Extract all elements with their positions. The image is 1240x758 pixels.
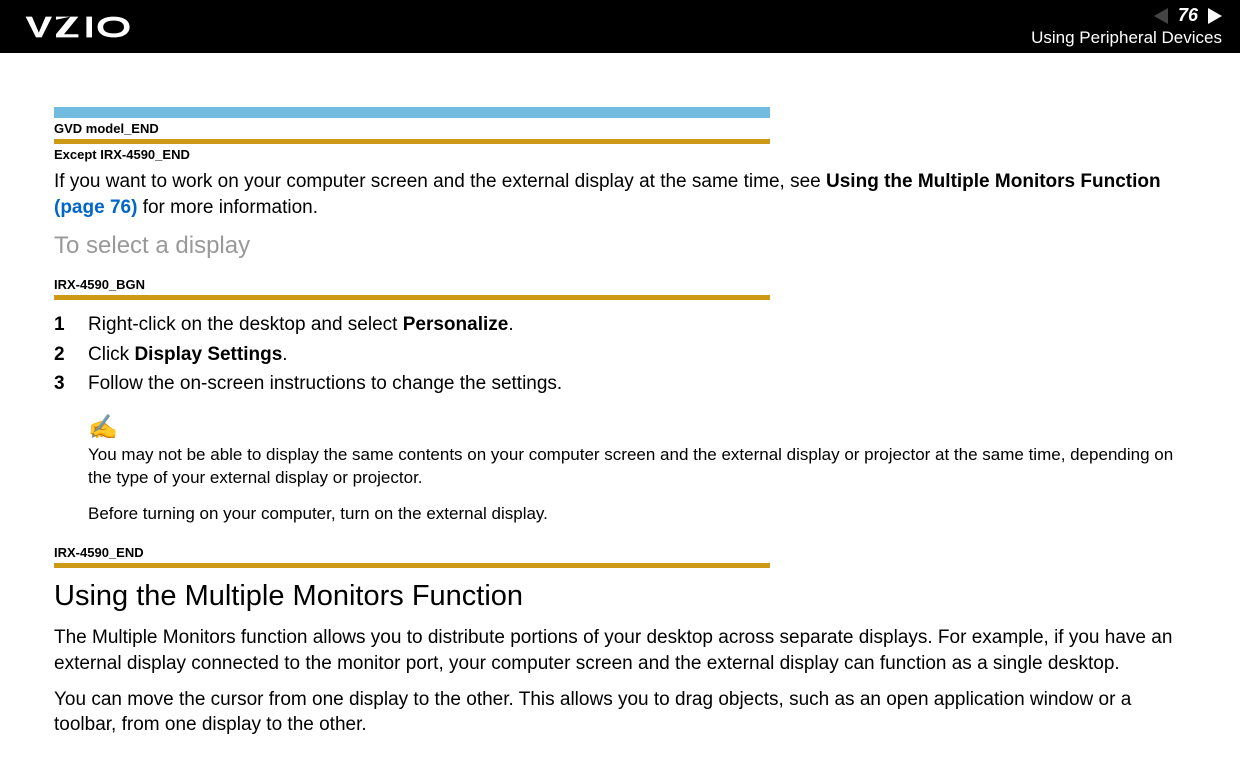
note-text-2: Before turning on your computer, turn on…: [88, 503, 1192, 526]
step-item: 1 Right-click on the desktop and select …: [54, 310, 1192, 339]
header-right: 76 Using Peripheral Devices: [1031, 5, 1222, 48]
breadcrumb: Using Peripheral Devices: [1031, 28, 1222, 48]
page-number: 76: [1178, 5, 1198, 26]
section-heading: Using the Multiple Monitors Function: [54, 580, 1192, 613]
note-icon: ✍: [88, 413, 1192, 442]
steps-list: 1 Right-click on the desktop and select …: [54, 310, 1192, 398]
page-link[interactable]: (page 76): [54, 197, 137, 218]
step-text: Follow the on-screen instructions to cha…: [88, 369, 562, 398]
subheading-select-display: To select a display: [54, 232, 1192, 260]
section-para-2: You can move the cursor from one display…: [54, 687, 1192, 738]
page-content: GVD model_END Except IRX-4590_END If you…: [0, 53, 1240, 758]
page-header: 76 Using Peripheral Devices: [0, 0, 1240, 53]
prev-page-arrow[interactable]: [1154, 8, 1168, 24]
step-item: 2 Click Display Settings.: [54, 340, 1192, 369]
tag-irx-bgn: IRX-4590_BGN: [54, 274, 1192, 295]
vaio-logo: [18, 15, 158, 39]
note-block: ✍ You may not be able to display the sam…: [88, 413, 1192, 527]
step-text: Click Display Settings.: [88, 340, 288, 369]
tag-bar-gold: [54, 295, 770, 300]
tag-except-irx: Except IRX-4590_END: [54, 144, 1192, 165]
step-text: Right-click on the desktop and select Pe…: [88, 310, 514, 339]
tag-gvd-model: GVD model_END: [54, 118, 1192, 139]
step-item: 3 Follow the on-screen instructions to c…: [54, 369, 1192, 398]
intro-bold: Using the Multiple Monitors Function: [826, 171, 1161, 192]
intro-suffix: for more information.: [137, 197, 318, 218]
tag-bar-gold: [54, 563, 770, 568]
next-page-arrow[interactable]: [1208, 8, 1222, 24]
step-number: 2: [54, 340, 88, 369]
step-number: 1: [54, 310, 88, 339]
note-text-1: You may not be able to display the same …: [88, 444, 1192, 490]
step-number: 3: [54, 369, 88, 398]
intro-prefix: If you want to work on your computer scr…: [54, 171, 826, 192]
section-para-1: The Multiple Monitors function allows yo…: [54, 625, 1192, 676]
intro-paragraph: If you want to work on your computer scr…: [54, 169, 1192, 220]
page-nav: 76: [1154, 5, 1222, 26]
tag-irx-end: IRX-4590_END: [54, 542, 1192, 563]
tag-bar-blue: [54, 107, 770, 118]
